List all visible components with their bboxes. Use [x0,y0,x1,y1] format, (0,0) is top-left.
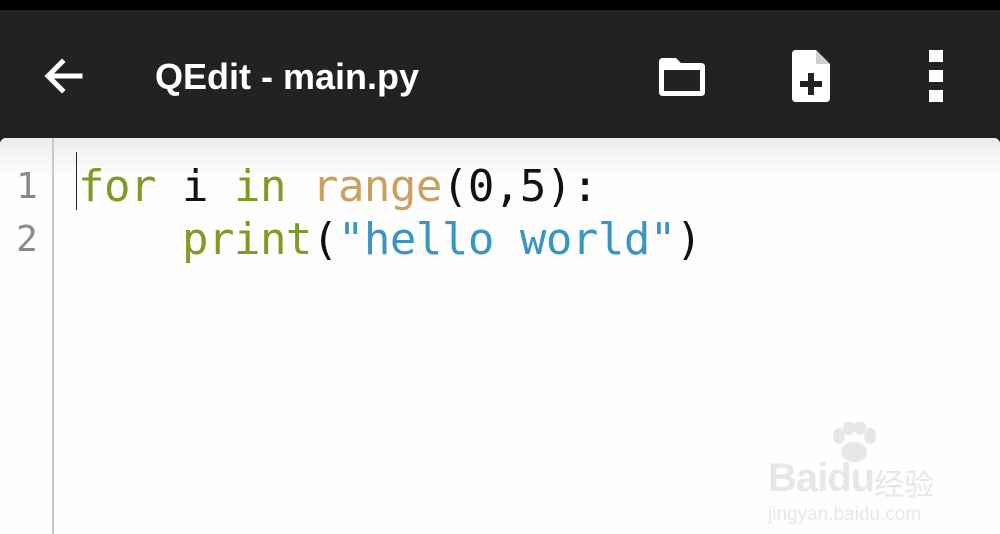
new-file-icon [788,49,832,107]
text-cursor [76,152,77,210]
watermark-url: jingyan.baidu.com [768,504,922,525]
code-editor[interactable]: 1 2 for i in range(0,5): print("hello wo… [0,138,1000,534]
token-keyword: for [78,161,156,212]
app-toolbar: QEdit - main.py [0,10,1000,138]
token-plain: i [155,161,234,212]
line-number-gutter: 1 2 [0,164,52,270]
line-number: 1 [16,166,38,207]
page-title: QEdit - main.py [155,56,420,97]
gutter-divider [52,138,54,534]
line-number: 2 [16,219,38,260]
token-plain: ) [675,214,703,265]
code-area[interactable]: for i in range(0,5): print("hello world"… [78,164,702,270]
code-line-1[interactable]: for i in range(0,5): [78,164,702,217]
arrow-left-icon [40,52,88,104]
new-file-button[interactable] [778,46,842,110]
token-function: print [181,214,312,265]
watermark-brand: Baidu [768,456,875,500]
open-folder-button[interactable] [650,46,714,110]
token-plain: ( [311,214,339,265]
token-builtin: range [311,161,442,212]
token-keyword: in [233,161,286,212]
overflow-menu-button[interactable] [904,46,968,110]
baidu-watermark: Baidu 经验 jingyan.baidu.com [764,422,964,525]
token-string: "hello world" [337,214,676,265]
code-line-2[interactable]: print("hello world") [78,217,702,270]
back-button[interactable] [36,50,92,106]
status-bar [0,0,1000,10]
watermark-cn: 经验 [874,468,934,503]
more-vert-icon [926,48,946,108]
folder-icon [656,54,708,102]
token-plain: (0,5): [441,161,598,212]
